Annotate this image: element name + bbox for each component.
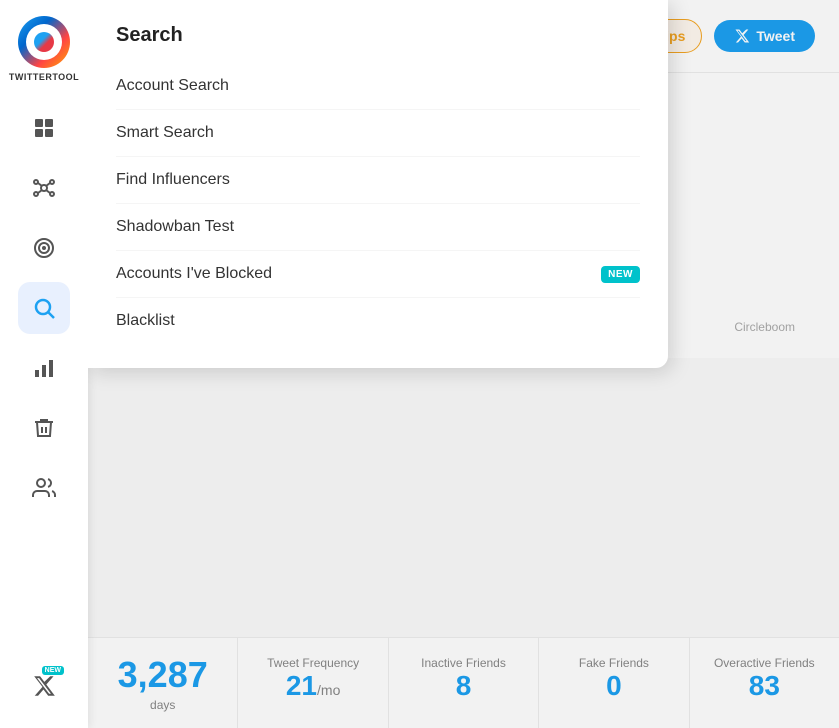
sidebar-item-dashboard[interactable] (18, 102, 70, 154)
dropdown-title: Search (116, 24, 640, 47)
logo-icon (18, 16, 70, 68)
sidebar: TWITTERTOOL NEW (0, 0, 88, 728)
dropdown-menu: Search Account Search Smart Search Find … (88, 0, 668, 368)
dropdown-item-blocked[interactable]: Accounts I've Blocked NEW (116, 251, 640, 298)
dropdown-item-smart-search[interactable]: Smart Search (116, 110, 640, 157)
sidebar-item-search[interactable] (18, 282, 70, 334)
sidebar-item-network[interactable] (18, 162, 70, 214)
blocked-new-tag: NEW (601, 266, 640, 283)
main-content: 🤖 An AI a Day aitools2024 ♀ Quick Tips T… (88, 0, 839, 728)
account-search-label: Account Search (116, 77, 229, 95)
smart-search-label: Smart Search (116, 124, 214, 142)
dropdown-item-blacklist[interactable]: Blacklist (116, 298, 640, 344)
find-influencers-label: Find Influencers (116, 171, 230, 189)
logo: TWITTERTOOL (9, 16, 79, 82)
sidebar-item-users[interactable] (18, 462, 70, 514)
new-badge: NEW (42, 666, 64, 675)
sidebar-item-analytics[interactable] (18, 342, 70, 394)
dropdown-item-account-search[interactable]: Account Search (116, 63, 640, 110)
blacklist-label: Blacklist (116, 312, 175, 330)
sidebar-item-delete[interactable] (18, 402, 70, 454)
brand-label: TWITTERTOOL (9, 72, 79, 82)
sidebar-item-twitter-x[interactable]: NEW (18, 660, 70, 712)
sidebar-item-target[interactable] (18, 222, 70, 274)
dropdown-item-find-influencers[interactable]: Find Influencers (116, 157, 640, 204)
blocked-label: Accounts I've Blocked (116, 265, 272, 283)
shadowban-label: Shadowban Test (116, 218, 234, 236)
dropdown-item-shadowban[interactable]: Shadowban Test (116, 204, 640, 251)
